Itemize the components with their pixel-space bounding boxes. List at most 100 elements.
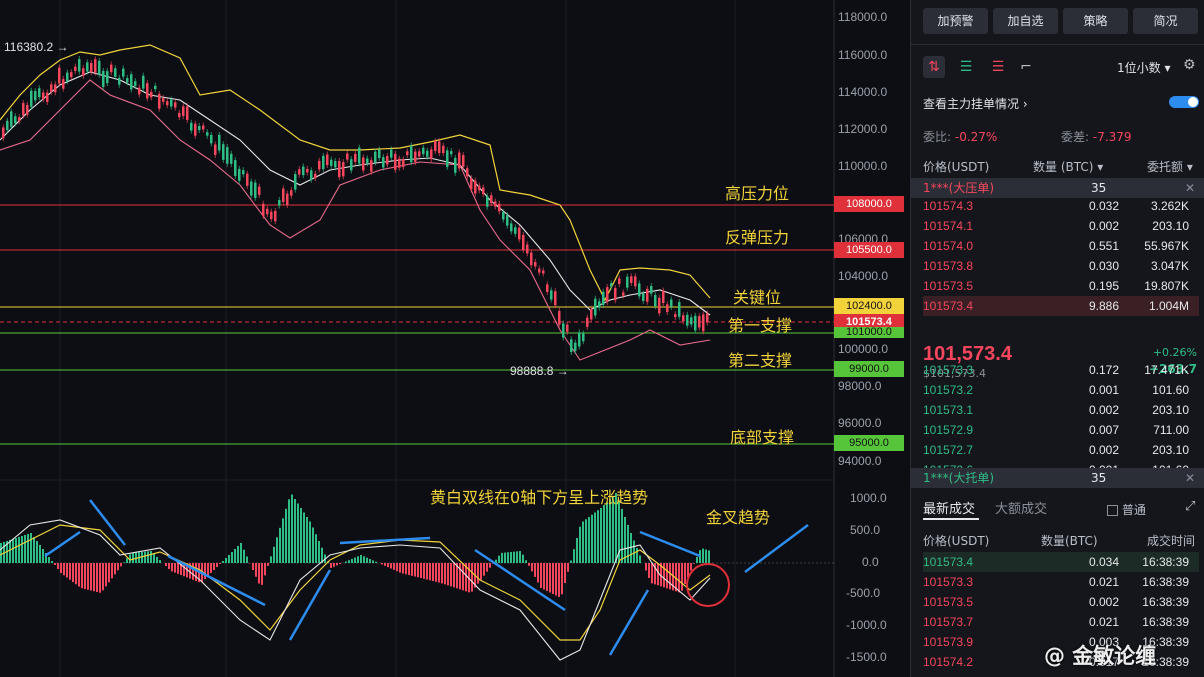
- price-tag-99000: 99000.0: [834, 361, 904, 377]
- macd-bar: [111, 563, 113, 579]
- strategy-button[interactable]: 策略: [1063, 8, 1128, 34]
- macd-bar: [213, 563, 215, 570]
- chart-canvas: [0, 0, 835, 677]
- macd-bar: [600, 508, 602, 563]
- ask-row[interactable]: 101573.5 0.195 19.807K: [923, 276, 1199, 296]
- macd-bar: [591, 514, 593, 563]
- trade-row[interactable]: 101573.7 0.021 16:38:39: [923, 612, 1199, 632]
- big-bid-qty: 35: [1091, 471, 1107, 485]
- price-axis-label: 114000.0: [838, 85, 888, 99]
- add-alert-button[interactable]: 加预警: [923, 8, 988, 34]
- macd-axis-label: 0.0: [862, 555, 879, 569]
- macd-bar: [630, 533, 632, 563]
- macd-bar: [147, 551, 149, 563]
- watermark: @ 金敏论缠: [1044, 644, 1157, 668]
- chevron-down-icon: ▾: [1164, 61, 1171, 75]
- trades-col-time: 成交时间: [1147, 534, 1196, 548]
- trade-row[interactable]: 101573.4 0.034 16:38:39: [923, 552, 1199, 572]
- row-value: 16:38:39: [1142, 595, 1189, 609]
- macd-bar: [66, 563, 68, 578]
- macd-bar: [54, 563, 56, 565]
- ask-row[interactable]: 101574.3 0.032 3.262K: [923, 196, 1199, 216]
- add-watchlist-button[interactable]: 加自选: [993, 8, 1058, 34]
- tab-underline: [923, 518, 979, 520]
- close-icon[interactable]: ✕: [1185, 468, 1195, 488]
- row-value: 16:38:39: [1142, 575, 1189, 589]
- macd-bar: [579, 526, 581, 563]
- row-price: 101573.5: [923, 279, 974, 293]
- row-qty: 0.172: [1088, 363, 1119, 377]
- ratio-row: 委比: -0.27%: [923, 128, 997, 145]
- bid-row[interactable]: 101572.7 0.002 203.10: [923, 440, 1199, 460]
- macd-bar: [18, 537, 20, 563]
- macd-bar: [291, 494, 293, 563]
- macd-bar: [312, 527, 314, 563]
- macd-bar: [477, 563, 479, 584]
- price-axis-label: 116000.0: [838, 48, 888, 62]
- trade-row[interactable]: 101573.3 0.021 16:38:39: [923, 572, 1199, 592]
- macd-bar: [84, 563, 86, 589]
- row-price: 101573.9: [923, 635, 974, 649]
- col-price-header: 价格(USDT): [923, 160, 990, 174]
- col-qty-header[interactable]: 数量 (BTC) ▾: [1033, 158, 1103, 175]
- ask-row[interactable]: 101573.4 9.886 1.004M: [923, 296, 1199, 316]
- big-ask-banner[interactable]: 1***(大压单) 35 ✕: [911, 178, 1204, 198]
- decimal-select[interactable]: 1位小数 ▾: [1117, 59, 1171, 76]
- annotation-key-level: 关键位: [733, 288, 782, 307]
- macd-bar: [273, 546, 275, 563]
- macd-bar: [270, 556, 272, 563]
- bid-row[interactable]: 101573.3 0.172 17.471K: [923, 360, 1199, 380]
- macd-bar: [174, 563, 176, 573]
- macd-bar: [462, 563, 464, 591]
- macd-bar: [369, 559, 371, 563]
- bid-row[interactable]: 101573.2 0.001 101.60: [923, 380, 1199, 400]
- macd-axis-label: -1500.0: [846, 650, 887, 664]
- macd-bar: [480, 563, 482, 580]
- macd-bar: [408, 563, 410, 575]
- macd-bar: [261, 563, 263, 585]
- macd-bar: [21, 536, 23, 563]
- macd-bar: [81, 563, 83, 589]
- bid-row[interactable]: 101573.1 0.002 203.10: [923, 400, 1199, 420]
- normal-checkbox[interactable]: 普通: [1107, 501, 1146, 518]
- kline-chart[interactable]: 118000.0 116000.0 114000.0 112000.0 110000.0…: [0, 0, 908, 677]
- bid-row[interactable]: 101572.9 0.007 711.00: [923, 420, 1199, 440]
- ask-row[interactable]: 101573.8 0.030 3.047K: [923, 256, 1199, 276]
- toggle-knob: [1188, 97, 1198, 107]
- trade-row[interactable]: 101573.5 0.002 16:38:39: [923, 592, 1199, 612]
- main-orders-toggle[interactable]: [1169, 96, 1199, 108]
- tab-latest-trades[interactable]: 最新成交: [923, 498, 975, 517]
- normal-label: 普通: [1121, 503, 1146, 517]
- macd-bar: [702, 548, 704, 563]
- orderbook-bids-icon[interactable]: ☰: [955, 56, 977, 78]
- big-bid-label: 1***(大托单): [923, 471, 994, 485]
- expand-icon[interactable]: ⤢: [1185, 499, 1195, 514]
- overview-button[interactable]: 简况: [1133, 8, 1198, 34]
- macd-bar: [597, 510, 599, 563]
- macd-bar: [63, 563, 65, 576]
- row-price: 101572.7: [923, 443, 974, 457]
- row-qty: 0.195: [1088, 279, 1119, 293]
- macd-bar: [75, 563, 77, 585]
- col-amount-header[interactable]: 委托额 ▾: [1147, 158, 1193, 175]
- close-icon[interactable]: ✕: [1185, 178, 1195, 198]
- ask-row[interactable]: 101574.1 0.002 203.10: [923, 216, 1199, 236]
- macd-bar: [429, 563, 431, 581]
- big-bid-banner[interactable]: 1***(大托单) 35 ✕: [911, 468, 1204, 488]
- macd-bar: [105, 563, 107, 587]
- macd-bar: [540, 563, 542, 588]
- price-axis-label: 112000.0: [838, 122, 888, 136]
- orderbook-depth-icon[interactable]: ⌐: [1015, 56, 1037, 78]
- tab-large-trades[interactable]: 大额成交: [995, 498, 1047, 517]
- macd-bar: [348, 560, 350, 563]
- orderbook-both-icon[interactable]: ⇅: [923, 56, 945, 78]
- macd-bar: [87, 563, 89, 590]
- orderbook-asks-icon[interactable]: ☰: [987, 56, 1009, 78]
- settings-icon[interactable]: ⚙: [1183, 57, 1196, 73]
- macd-bar: [99, 563, 101, 593]
- ask-row[interactable]: 101574.0 0.551 55.967K: [923, 236, 1199, 256]
- macd-bar: [153, 554, 155, 563]
- macd-bar: [384, 563, 386, 566]
- main-orders-link[interactable]: 查看主力挂单情况 ›: [923, 95, 1028, 112]
- macd-bar: [666, 563, 668, 589]
